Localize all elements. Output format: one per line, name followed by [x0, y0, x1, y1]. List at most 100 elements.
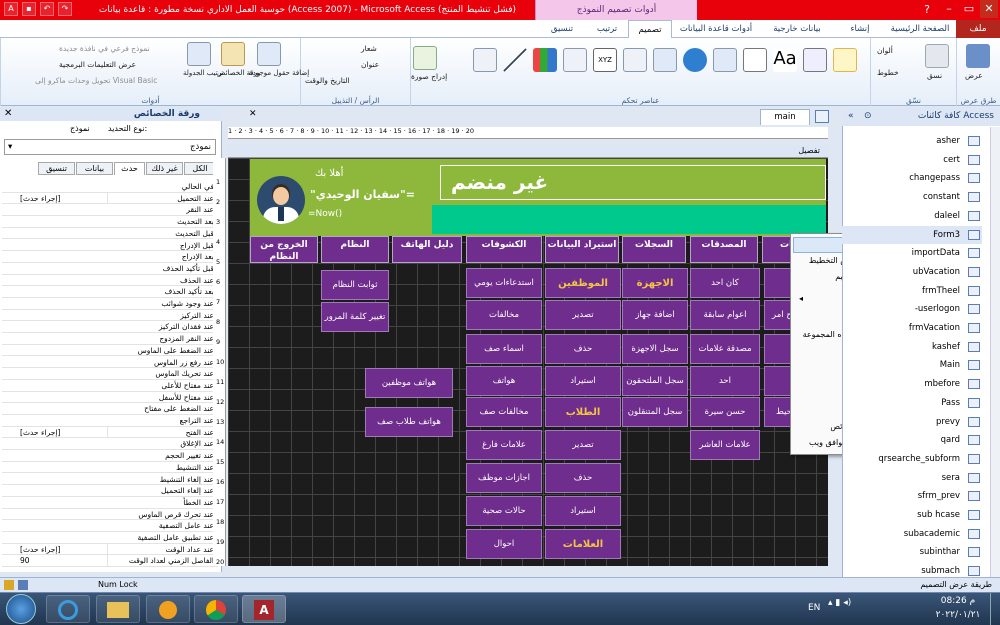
- tab-design[interactable]: تصميم: [628, 20, 672, 38]
- tab-create[interactable]: إنشاء: [836, 20, 884, 38]
- property-value[interactable]: [إجراء حدث]: [20, 543, 108, 555]
- menu-button[interactable]: سجل الاجهزة: [622, 334, 688, 364]
- property-row[interactable]: [إجراء حدث] عند التحميل: [2, 192, 218, 205]
- undo-icon[interactable]: ↶: [40, 2, 54, 16]
- property-row[interactable]: قبل التحديث: [2, 228, 218, 240]
- view-button[interactable]: عرض: [965, 71, 983, 80]
- menu-button[interactable]: الموظفين: [545, 268, 621, 298]
- navigation-control-icon[interactable]: [623, 48, 647, 72]
- menu-button[interactable]: مخالفات: [466, 300, 542, 330]
- insert-image-button[interactable]: إدراج صورة: [411, 72, 447, 81]
- close-button[interactable]: ✕: [980, 0, 998, 18]
- property-row[interactable]: عند الإغلاق: [2, 438, 218, 451]
- nav-item[interactable]: changepass: [842, 169, 982, 188]
- nav-item[interactable]: -userlogon: [842, 300, 982, 319]
- property-row[interactable]: قبل الإدراج: [2, 240, 218, 252]
- menu-button[interactable]: ثوابت النظام: [321, 270, 389, 300]
- property-sheet-icon[interactable]: [221, 42, 245, 66]
- logo-button[interactable]: شعار: [361, 44, 377, 53]
- property-row[interactable]: عند التراجع: [2, 415, 218, 427]
- menu-button[interactable]: سجل المتنقلون: [622, 397, 688, 427]
- media-player-icon[interactable]: [146, 595, 190, 623]
- menu-button[interactable]: احد: [690, 366, 760, 396]
- property-row[interactable]: عند تحرك قرص الماوس: [2, 509, 218, 521]
- menu-button[interactable]: استيراد: [545, 496, 621, 526]
- colors-button[interactable]: ألوان: [877, 46, 893, 55]
- nav-item[interactable]: subacademic: [842, 525, 982, 544]
- language-indicator[interactable]: EN: [808, 603, 820, 613]
- nav-item[interactable]: prevy: [842, 413, 982, 432]
- property-row[interactable]: بعد تأكيد الحذف: [2, 286, 218, 298]
- nav-item[interactable]: frmVacation: [842, 319, 982, 338]
- nav-item[interactable]: cert: [842, 151, 982, 170]
- nav-pane-header[interactable]: كافة كائنات Access « ⊙: [842, 107, 1000, 126]
- start-button[interactable]: [6, 594, 36, 624]
- form-title-textbox[interactable]: غير منضم: [440, 165, 826, 200]
- property-row[interactable]: [إجراء حدث] عند الفتح: [2, 426, 218, 439]
- line-control-icon[interactable]: [503, 48, 527, 72]
- nav-item[interactable]: importData: [842, 244, 982, 263]
- property-value[interactable]: 90: [20, 555, 108, 567]
- tab-data[interactable]: بيانات: [76, 162, 113, 175]
- property-value[interactable]: [إجراء حدث]: [20, 192, 108, 204]
- nav-item[interactable]: Form3: [842, 225, 982, 245]
- property-row[interactable]: عند النقر المزدوج: [2, 333, 218, 345]
- view-code-button[interactable]: عرض التعليمات البرمجية: [59, 60, 136, 69]
- menu-button[interactable]: علامات فارغ: [466, 430, 542, 460]
- themes-icon[interactable]: [925, 44, 949, 68]
- nav-item[interactable]: constant: [842, 188, 982, 207]
- section-detail-bar[interactable]: تفصيل: [228, 145, 828, 158]
- tab-main[interactable]: main: [760, 109, 810, 125]
- tab-file[interactable]: ملف: [956, 20, 1000, 38]
- web-browser-icon[interactable]: [653, 48, 677, 72]
- title-button[interactable]: عنوان: [361, 60, 379, 69]
- nav-item[interactable]: qard: [842, 431, 982, 450]
- menu-button[interactable]: علامات العاشر: [690, 430, 760, 460]
- username-field[interactable]: "سفيان الوحيدي"=: [310, 188, 415, 201]
- now-field[interactable]: =Now(): [308, 209, 342, 219]
- network-icon[interactable]: ▮: [835, 598, 840, 608]
- button-control-icon[interactable]: [743, 48, 767, 72]
- property-row[interactable]: عند التنشيط: [2, 462, 218, 474]
- user-avatar[interactable]: [257, 176, 305, 224]
- chart-control-icon[interactable]: [533, 48, 557, 72]
- nav-item[interactable]: asher: [842, 132, 982, 151]
- maximize-button[interactable]: ▭: [960, 0, 978, 18]
- access-taskbar-icon[interactable]: A: [242, 595, 286, 623]
- property-row[interactable]: عند تطبيق عامل التصفية: [2, 532, 218, 544]
- menu-button[interactable]: هواتف موظفين: [365, 368, 453, 398]
- insert-image-icon[interactable]: [413, 46, 437, 70]
- menu-button[interactable]: الاجهزة: [622, 268, 688, 298]
- nav-item[interactable]: subinthar: [842, 543, 982, 562]
- menu-header-5[interactable]: السجلات: [622, 236, 686, 263]
- tab-home[interactable]: الصفحة الرئيسية: [886, 20, 954, 38]
- property-value[interactable]: [إجراء حدث]: [20, 426, 108, 438]
- tab-order-button[interactable]: ترتيب الجدولة: [183, 69, 224, 77]
- menu-button[interactable]: اجازات موظف: [466, 463, 542, 493]
- property-row[interactable]: عند النقر: [2, 204, 218, 217]
- option-group-icon[interactable]: XYZ: [593, 48, 617, 72]
- menu-button[interactable]: هواتف: [466, 366, 542, 396]
- volume-icon[interactable]: ◂): [843, 598, 851, 608]
- nav-item[interactable]: frmTheel: [842, 282, 982, 301]
- nav-item[interactable]: daleel: [842, 207, 982, 226]
- menu-button[interactable]: استيراد: [545, 366, 621, 396]
- select-pointer-icon[interactable]: [833, 48, 857, 72]
- textbox-aa-icon[interactable]: Aa: [773, 48, 797, 72]
- datetime-button[interactable]: التاريخ والوقت: [305, 76, 350, 85]
- form-tab-icon[interactable]: [815, 110, 829, 123]
- menu-button[interactable]: حسن سيرة: [690, 397, 760, 427]
- label-control-icon[interactable]: [803, 48, 827, 72]
- menu-button[interactable]: كان احد: [690, 268, 760, 298]
- nav-filter-icon[interactable]: ⊙: [864, 107, 872, 126]
- tab-format[interactable]: تنسيق: [38, 162, 75, 175]
- menu-button[interactable]: العلامات: [545, 529, 621, 559]
- toggle-button-icon[interactable]: [473, 48, 497, 72]
- property-row[interactable]: عند عامل التصفية: [2, 520, 218, 532]
- nav-item[interactable]: kashef: [842, 338, 982, 357]
- tab-all[interactable]: الكل: [184, 162, 216, 175]
- nav-item[interactable]: sera: [842, 469, 982, 488]
- tab-event[interactable]: حدث: [114, 162, 145, 175]
- property-row[interactable]: عند الخطأ: [2, 497, 218, 509]
- tray-arrow-icon[interactable]: ▴: [828, 598, 833, 608]
